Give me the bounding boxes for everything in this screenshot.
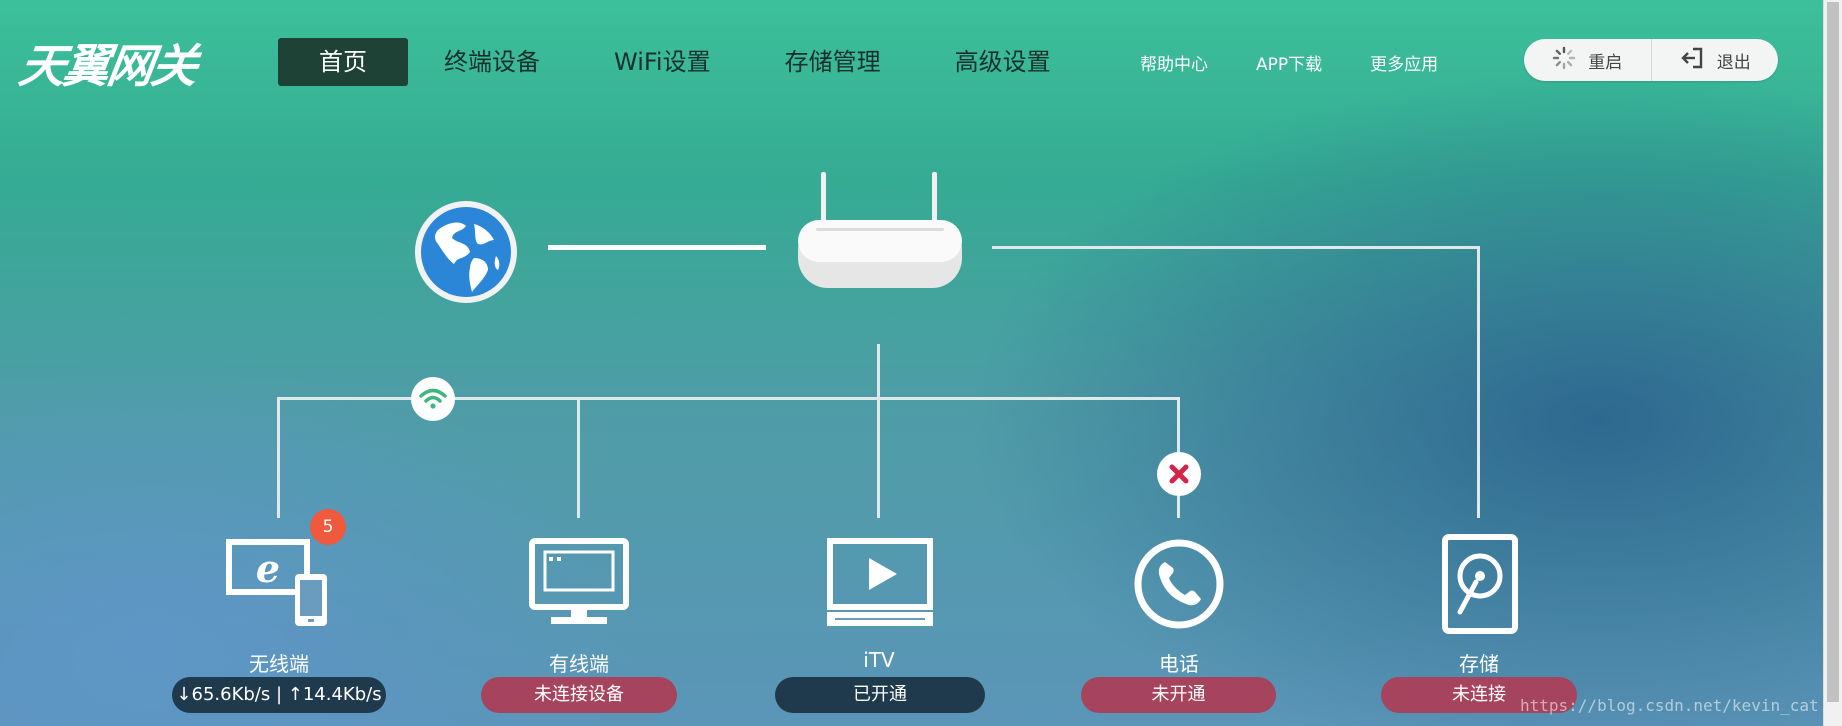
router-icon[interactable]	[796, 170, 966, 295]
internet-globe-icon[interactable]	[414, 200, 518, 304]
wired-label: 有线端	[549, 652, 609, 676]
logo: 天翼网关	[16, 30, 200, 93]
router-drop-line	[877, 344, 880, 518]
scrollbar-thumb[interactable]	[1827, 2, 1839, 702]
wired-status: 未连接设备	[481, 677, 677, 713]
wired-devices-node[interactable]	[529, 538, 629, 628]
main-nav: 首页 终端设备 WiFi设置 存储管理 高级设置	[278, 38, 1099, 86]
more-apps-link[interactable]: 更多应用	[1370, 50, 1438, 75]
restart-label: 重启	[1588, 52, 1623, 73]
logout-icon	[1679, 45, 1705, 76]
globe-router-link	[548, 245, 766, 250]
help-center-link[interactable]: 帮助中心	[1140, 50, 1208, 75]
wireless-speed-status: ↓65.6Kb/s | ↑14.4Kb/s	[172, 677, 386, 713]
wireless-label: 无线端	[249, 652, 309, 676]
nav-wifi-settings[interactable]: WiFi设置	[588, 38, 737, 86]
itv-node[interactable]	[827, 538, 933, 628]
storage-node[interactable]	[1442, 534, 1518, 634]
branch-wireless	[277, 397, 280, 518]
nav-terminal-devices[interactable]: 终端设备	[418, 38, 566, 86]
wifi-icon	[411, 377, 455, 421]
vertical-scrollbar[interactable]	[1823, 0, 1842, 726]
logo-text: 天翼网关	[15, 39, 200, 93]
svg-text:e: e	[256, 546, 280, 591]
nav-storage-management[interactable]: 存储管理	[759, 38, 907, 86]
nav-home[interactable]: 首页	[278, 38, 408, 86]
phone-error-icon	[1157, 452, 1201, 496]
nav-advanced-settings[interactable]: 高级设置	[929, 38, 1077, 86]
itv-label: iTV	[863, 648, 895, 672]
loading-spinner-icon	[1552, 46, 1576, 75]
router-storage-vertical	[1477, 246, 1480, 518]
itv-status: 已开通	[775, 677, 985, 713]
watermark: https://blog.csdn.net/kevin_cat	[1520, 696, 1819, 715]
phone-status: 未开通	[1081, 677, 1276, 713]
app-download-link[interactable]: APP下载	[1256, 50, 1322, 75]
logout-label: 退出	[1716, 52, 1751, 73]
logout-button[interactable]: 退出	[1650, 39, 1779, 81]
phone-label: 电话	[1159, 652, 1199, 676]
branch-wired	[577, 397, 580, 518]
wireless-count-badge: 5	[310, 509, 346, 545]
top-links: 帮助中心 APP下载 更多应用	[1140, 50, 1438, 75]
wireless-devices-node[interactable]: e	[225, 538, 335, 628]
phone-node[interactable]	[1133, 538, 1225, 630]
restart-button[interactable]: 重启	[1524, 39, 1651, 81]
storage-label: 存储	[1459, 652, 1499, 676]
action-pill: 重启 退出	[1524, 39, 1778, 81]
router-storage-horizontal	[992, 246, 1480, 249]
